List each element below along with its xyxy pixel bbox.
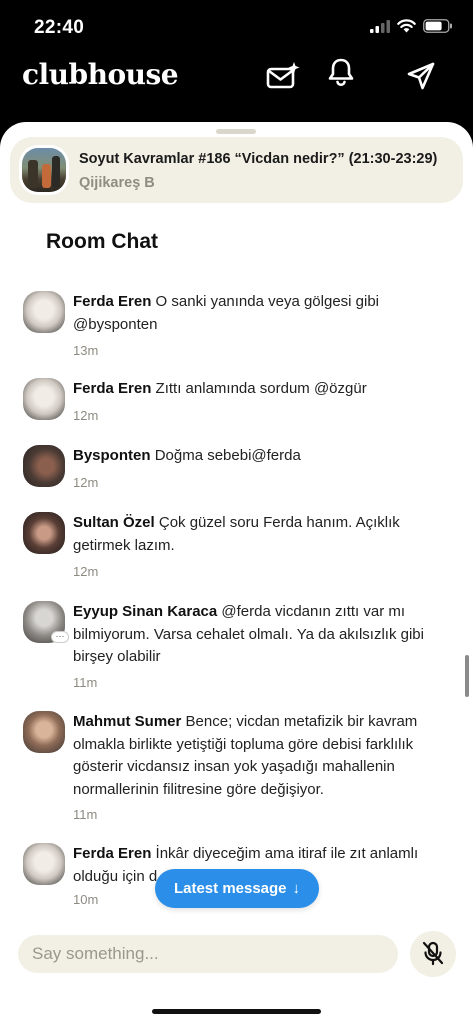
message-author[interactable]: Ferda Eren xyxy=(73,380,151,397)
message-time: 10m xyxy=(73,892,99,907)
message-author[interactable]: Bysponten xyxy=(73,447,151,464)
message-time: 11m xyxy=(73,807,98,822)
status-time: 22:40 xyxy=(34,17,85,38)
mic-off-icon xyxy=(422,941,444,966)
room-title: Soyut Kavramlar #186 “Vicdan nedir?” (21… xyxy=(79,151,438,167)
message-time: 13m xyxy=(73,343,99,358)
arrow-down-icon: ↓ xyxy=(292,880,301,897)
message-time: 12m xyxy=(73,408,99,423)
message-author[interactable]: Ferda Eren xyxy=(73,845,151,862)
signal-icon xyxy=(370,19,390,33)
invite-mail-icon xyxy=(266,62,300,89)
avatar[interactable] xyxy=(23,843,65,885)
app-header: clubhouse xyxy=(0,56,473,122)
status-icons xyxy=(370,19,453,33)
invite-button[interactable] xyxy=(263,56,303,96)
scrollbar[interactable] xyxy=(465,655,469,697)
avatar[interactable] xyxy=(23,445,65,487)
message-author[interactable]: Eyyup Sinan Karaca xyxy=(73,603,217,620)
avatar[interactable] xyxy=(23,378,65,420)
home-indicator[interactable] xyxy=(152,1009,321,1014)
messages-button[interactable] xyxy=(401,56,441,96)
message-time: 12m xyxy=(73,564,99,579)
room-avatar xyxy=(19,145,69,195)
chat-input[interactable] xyxy=(18,935,398,973)
room-club-name[interactable]: Qijikareş B xyxy=(79,175,155,191)
more-options-badge[interactable]: ··· xyxy=(51,631,69,643)
brand-logo: clubhouse xyxy=(22,58,179,91)
message-time: 12m xyxy=(73,475,99,490)
message-author[interactable]: Sultan Özel xyxy=(73,514,155,531)
message-text: Doğma sebebi@ferda xyxy=(154,447,301,464)
message-time: 11m xyxy=(73,675,98,690)
battery-icon xyxy=(423,19,452,33)
room-card[interactable]: Soyut Kavramlar #186 “Vicdan nedir?” (21… xyxy=(10,137,463,203)
room-sheet: Soyut Kavramlar #186 “Vicdan nedir?” (21… xyxy=(0,122,473,1024)
sheet-grabber[interactable] xyxy=(216,129,256,134)
notifications-button[interactable] xyxy=(321,52,361,92)
message-text: Zıttı anlamında sordum @özgür xyxy=(155,380,367,397)
chat-heading: Room Chat xyxy=(46,230,158,253)
avatar[interactable] xyxy=(23,512,65,554)
chat-composer xyxy=(18,935,398,973)
wifi-icon xyxy=(397,19,416,33)
mic-toggle-button[interactable] xyxy=(410,931,456,977)
message-author[interactable]: Mahmut Sumer xyxy=(73,713,181,730)
avatar[interactable] xyxy=(23,291,65,333)
avatar[interactable] xyxy=(23,711,65,753)
status-bar: 22:40 xyxy=(0,0,473,56)
bell-icon xyxy=(328,58,354,86)
paper-plane-icon xyxy=(407,62,435,90)
latest-message-button[interactable]: Latest message ↓ xyxy=(155,869,319,908)
latest-message-label: Latest message xyxy=(173,880,287,897)
message-author[interactable]: Ferda Eren xyxy=(73,293,151,310)
